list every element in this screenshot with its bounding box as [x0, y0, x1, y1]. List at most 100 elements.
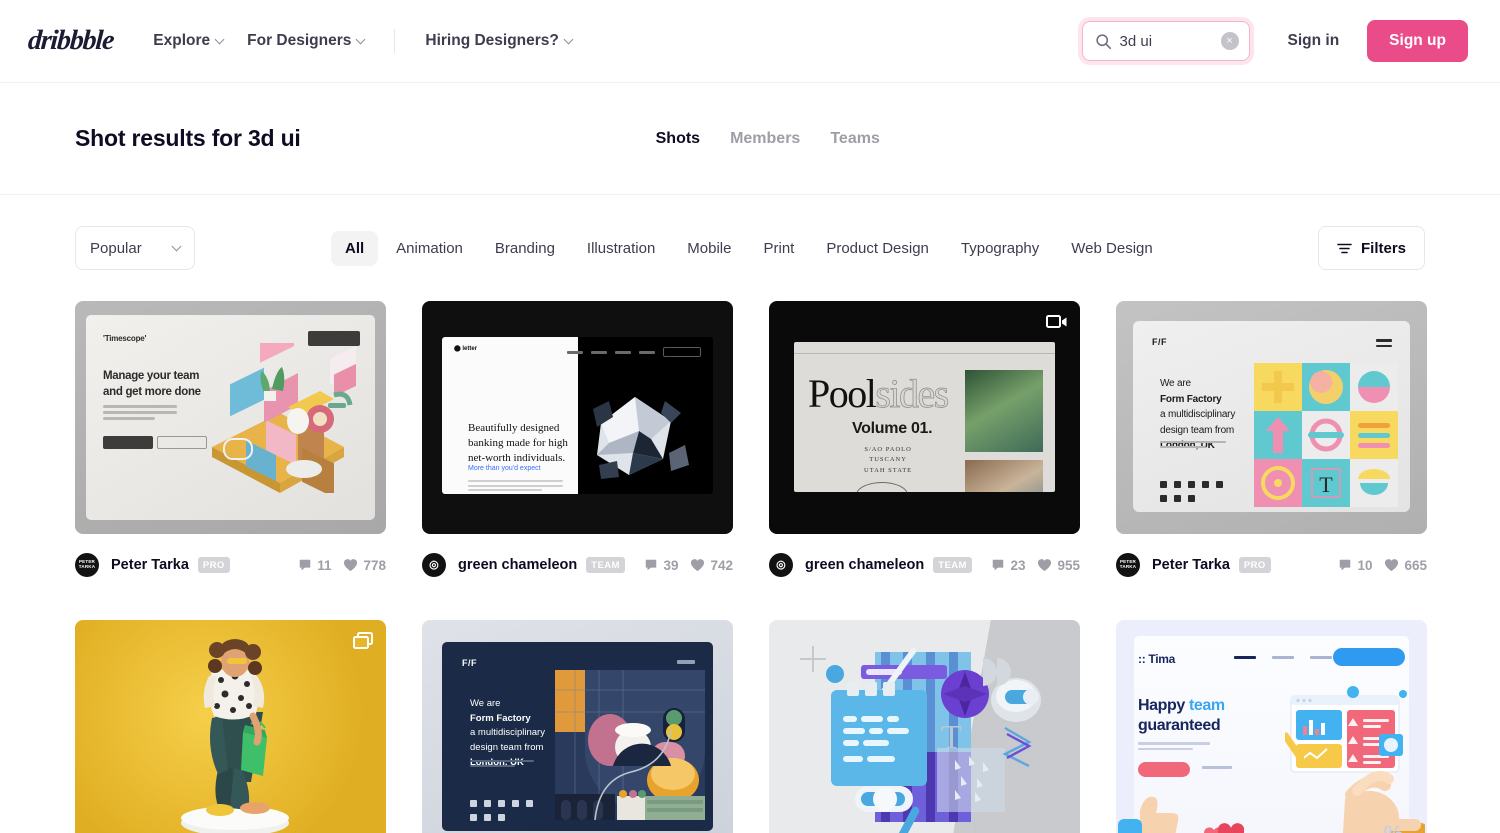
hamburger-icon — [677, 660, 695, 664]
artwork-screen: F/F We are Form Factory a multidisciplinar… — [442, 642, 713, 831]
category-all[interactable]: All — [331, 230, 379, 266]
artwork-screen: F/F We are Form Factory a multidisciplinar… — [1133, 321, 1410, 512]
category-illustration[interactable]: Illustration — [573, 231, 669, 266]
shot-thumbnail[interactable]: Poolsides Volume 01. S/AO PAOLO TUSCANY UT… — [769, 301, 1080, 534]
tab-members[interactable]: Members — [730, 130, 800, 148]
abstract-3d-composition — [555, 670, 705, 820]
comment-stat: 39 — [644, 558, 678, 573]
grid-cell — [1350, 459, 1398, 507]
like-count: 665 — [1404, 557, 1427, 573]
artwork-title: Poolsides — [808, 371, 950, 416]
category-print[interactable]: Print — [749, 231, 808, 266]
multi-shot-icon — [353, 631, 373, 649]
header-actions: × Sign in Sign up — [1077, 17, 1468, 65]
grid-cell — [1302, 411, 1350, 459]
artwork-photo-1 — [965, 370, 1043, 452]
shot-author[interactable]: Peter Tarka — [1152, 557, 1230, 573]
avatar[interactable]: ◎ — [769, 553, 793, 577]
artwork-brand: :: Tima — [1138, 652, 1176, 666]
shot-thumbnail[interactable]: F/F We are Form Factory a multidisciplinar… — [1116, 301, 1427, 534]
result-tabs: Shots Members Teams — [656, 130, 880, 148]
pro-badge: PRO — [1238, 557, 1271, 573]
artwork-paragraph — [468, 480, 563, 494]
shot-thumbnail[interactable]: T — [769, 620, 1080, 833]
crystal-3d-illustration — [593, 397, 689, 479]
nav-item-for-designers[interactable]: For Designers — [235, 24, 376, 58]
nav-item-hiring-designers[interactable]: Hiring Designers? — [413, 24, 584, 58]
artwork-cta-primary — [103, 436, 153, 449]
thumbs-up-3d-illustration — [1118, 796, 1179, 833]
sign-in-link[interactable]: Sign in — [1274, 22, 1354, 60]
avatar[interactable]: ◎ — [422, 553, 446, 577]
shot-grid: 'Timescope' Manage your team and get more… — [0, 301, 1500, 833]
sign-up-button[interactable]: Sign up — [1367, 20, 1468, 62]
artwork-primary-button — [1138, 762, 1190, 777]
nav-label-for-designers: For Designers — [247, 32, 352, 49]
clear-search-icon[interactable]: × — [1220, 32, 1239, 50]
artwork-places: S/AO PAOLO TUSCANY UTAH STATE — [864, 446, 913, 474]
artwork-photo-2 — [965, 460, 1043, 492]
shot-stats: 39 742 — [644, 558, 733, 573]
shot-thumbnail[interactable]: ⬤ letter Beautifully designed banking ma… — [422, 301, 733, 534]
comment-icon — [299, 559, 311, 571]
video-badge — [1044, 311, 1070, 332]
shot-author[interactable]: Peter Tarka — [111, 557, 189, 573]
avatar[interactable]: PETER TARKA — [75, 553, 99, 577]
artwork-meta-bar — [794, 342, 1055, 354]
category-branding[interactable]: Branding — [481, 231, 569, 266]
artwork-volume: Volume 01. — [852, 420, 933, 437]
shot-stats: 10 665 — [1338, 558, 1427, 573]
shot-footer: PETER TARKA Peter Tarka PRO 10 665 — [1116, 546, 1427, 584]
shot-card: Poolsides Volume 01. S/AO PAOLO TUSCANY UT… — [769, 301, 1080, 584]
like-stat: 778 — [343, 558, 386, 573]
category-mobile[interactable]: Mobile — [673, 231, 745, 266]
filters-button[interactable]: Filters — [1317, 226, 1425, 270]
comment-icon — [646, 559, 657, 571]
shot-author[interactable]: green chameleon — [805, 557, 924, 573]
hearts-icon — [1204, 823, 1244, 833]
artwork-link: More than you'd expect — [468, 465, 541, 472]
category-product-design[interactable]: Product Design — [812, 231, 943, 266]
dribbble-logo[interactable]: dribbble — [27, 25, 114, 57]
filter-bar: Popular All Animation Branding Illustrat… — [0, 195, 1500, 301]
artwork-paragraph — [1138, 742, 1210, 753]
artwork-brand-icons — [470, 800, 540, 821]
category-typography[interactable]: Typography — [947, 231, 1053, 266]
comment-count: 23 — [1010, 557, 1026, 573]
sort-value: Popular — [90, 239, 142, 257]
search-box[interactable]: × — [1081, 21, 1250, 61]
shot-stats: 23 955 — [991, 558, 1080, 573]
abstract-ui-3d-illustration: T — [800, 646, 1041, 833]
grid-cell — [1350, 363, 1398, 411]
shot-thumbnail[interactable]: 'Timescope' Manage your team and get more… — [75, 301, 386, 534]
tab-teams[interactable]: Teams — [830, 130, 880, 148]
search-icon — [1095, 33, 1111, 49]
category-web-design[interactable]: Web Design — [1057, 231, 1166, 266]
pro-badge: PRO — [197, 557, 230, 573]
comment-icon — [1340, 559, 1351, 571]
like-stat: 955 — [1037, 558, 1080, 573]
like-count: 955 — [1057, 557, 1080, 573]
search-input[interactable] — [1119, 32, 1221, 50]
shot-card: 'Timescope' Manage your team and get more… — [75, 301, 386, 584]
sort-dropdown[interactable]: Popular — [75, 226, 195, 270]
chevron-down-icon — [355, 34, 366, 44]
tab-shots[interactable]: Shots — [656, 130, 700, 148]
comment-stat: 23 — [991, 558, 1025, 573]
chevron-down-icon — [171, 241, 182, 251]
avatar[interactable]: PETER TARKA — [1116, 553, 1140, 577]
shot-author[interactable]: green chameleon — [458, 557, 577, 573]
artwork-brand-icons — [1160, 481, 1234, 502]
nav-divider — [394, 29, 396, 53]
shot-thumbnail[interactable]: :: Tima Happy team guaranteed — [1116, 620, 1427, 833]
like-count: 778 — [363, 557, 386, 573]
like-stat: 742 — [690, 558, 733, 573]
main-nav: Explore For Designers Hiring Designers? — [141, 24, 584, 58]
shot-footer: ◎ green chameleon TEAM 23 955 — [769, 546, 1080, 584]
shot-thumbnail[interactable]: F/F We are Form Factory a multidisciplinar… — [422, 620, 733, 833]
hamburger-icon — [1376, 339, 1392, 350]
category-animation[interactable]: Animation — [382, 231, 477, 266]
nav-label-hiring-designers: Hiring Designers? — [425, 32, 559, 49]
shot-thumbnail[interactable] — [75, 620, 386, 833]
nav-item-explore[interactable]: Explore — [141, 24, 235, 58]
